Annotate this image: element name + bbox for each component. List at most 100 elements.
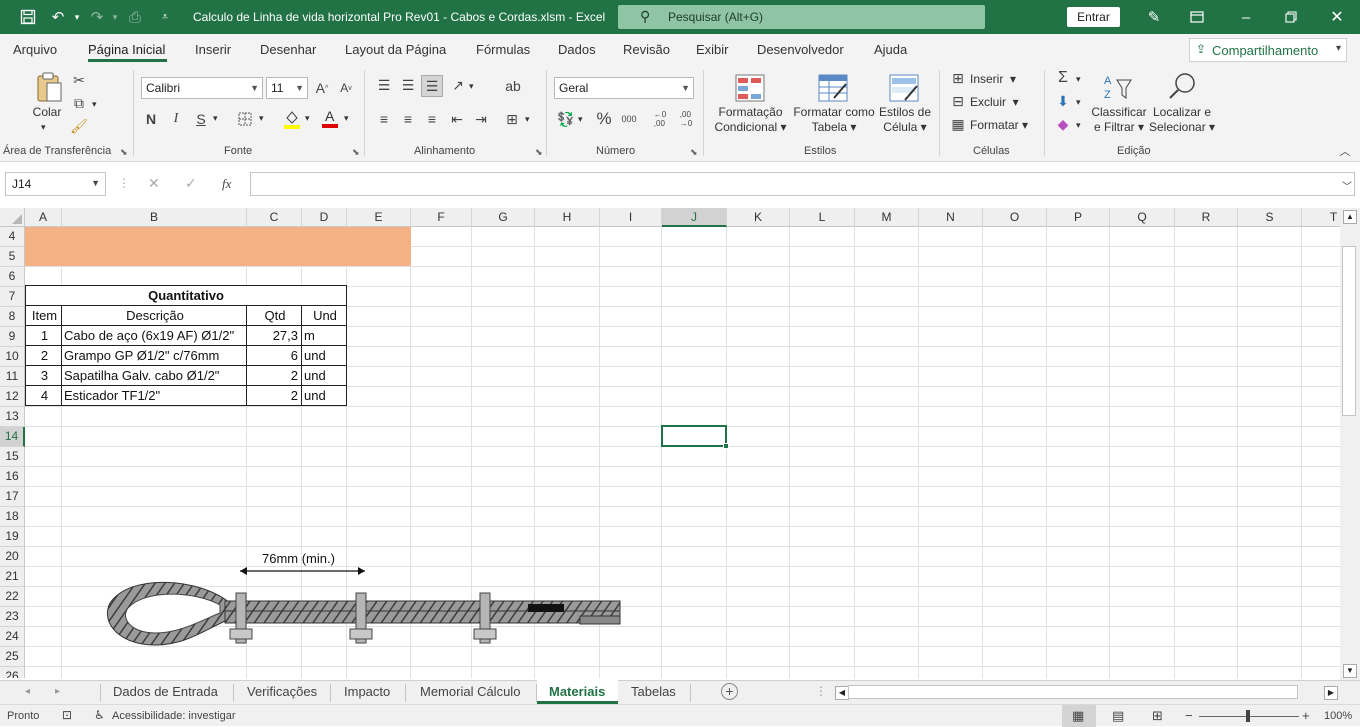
column-header-m[interactable]: M [855, 208, 919, 227]
paste-label[interactable]: Colar [32, 105, 62, 120]
ribbon-display-icon[interactable] [1186, 7, 1208, 27]
zoom-in-icon[interactable]: + [1302, 708, 1310, 723]
zoom-slider-thumb[interactable] [1246, 710, 1250, 722]
row-header-25[interactable]: 25 [0, 647, 25, 667]
font-color-icon[interactable]: A [321, 108, 339, 128]
thousands-icon[interactable]: 000 [619, 110, 639, 128]
fill-color-icon[interactable] [283, 109, 301, 129]
table-header-cell[interactable]: Descrição [62, 306, 247, 326]
search-box[interactable]: ⚲ Pesquisar (Alt+G) [618, 5, 985, 29]
name-box[interactable]: J14 ▼ [5, 172, 106, 196]
share-button[interactable]: ⇪ Compartilhamento ▾ [1189, 38, 1347, 62]
decrease-decimal-icon[interactable]: ,00 →0 [676, 109, 696, 129]
cut-icon[interactable]: ✂ [71, 72, 87, 88]
format-painter-icon[interactable]: 🖌 [70, 118, 88, 134]
tab-formulas[interactable]: Fórmulas [476, 42, 530, 57]
conditional-formatting-icon[interactable] [734, 72, 766, 104]
sheet-tab-tabelas[interactable]: Tabelas [631, 684, 676, 699]
font-name-select[interactable]: Calibri ▼ [141, 77, 263, 99]
table-cell[interactable]: Sapatilha Galv. cabo Ø1/2" [62, 366, 247, 386]
sheet-tab-materiais[interactable]: Materiais [549, 684, 605, 699]
align-left-icon[interactable]: ≡ [375, 110, 393, 128]
tab-exibir[interactable]: Exibir [696, 42, 729, 57]
merge-center-icon[interactable]: ⊞ [503, 110, 521, 128]
merge-dropdown-icon[interactable]: ▾ [525, 112, 530, 127]
row-header-16[interactable]: 16 [0, 467, 25, 487]
row-header-11[interactable]: 11 [0, 367, 25, 387]
paste-dropdown-icon[interactable]: ▾ [41, 120, 46, 135]
underline-dropdown-icon[interactable]: ▾ [213, 111, 218, 126]
table-cell[interactable]: 2 [247, 386, 302, 406]
number-format-select[interactable]: Geral ▼ [554, 77, 694, 99]
column-header-a[interactable]: A [25, 208, 62, 227]
confirm-entry-icon[interactable]: ✓ [185, 175, 197, 192]
scroll-down-icon[interactable]: ▼ [1343, 664, 1357, 678]
table-cell[interactable]: 2 [247, 366, 302, 386]
column-header-t[interactable]: T [1302, 208, 1340, 227]
scroll-right-icon[interactable]: ▶ [1324, 686, 1338, 700]
scroll-up-icon[interactable]: ▲ [1343, 210, 1357, 224]
selected-cell[interactable] [661, 425, 727, 447]
add-sheet-icon[interactable]: + [721, 683, 738, 700]
borders-icon[interactable] [236, 110, 254, 128]
sheet-tab-impacto[interactable]: Impacto [344, 684, 390, 699]
align-top-icon[interactable]: ☰ [375, 76, 393, 94]
row-header-18[interactable]: 18 [0, 507, 25, 527]
sort-filter-icon[interactable]: AZ [1102, 72, 1134, 102]
accessibility-icon[interactable]: ♿ [94, 708, 105, 722]
borders-dropdown-icon[interactable]: ▾ [259, 111, 264, 126]
row-header-9[interactable]: 9 [0, 327, 25, 347]
table-title[interactable]: Quantitativo [26, 286, 347, 306]
clipboard-launcher-icon[interactable]: ⬊ [120, 147, 128, 158]
row-header-13[interactable]: 13 [0, 407, 25, 427]
vertical-scroll-thumb[interactable] [1342, 246, 1356, 416]
find-select-button[interactable]: Localizar e Selecionar ▾ [1149, 105, 1215, 135]
horizontal-scrollbar[interactable] [848, 685, 1298, 699]
row-header-7[interactable]: 7 [0, 287, 25, 307]
row-header-8[interactable]: 8 [0, 307, 25, 327]
column-header-g[interactable]: G [472, 208, 535, 227]
clear-dropdown-icon[interactable]: ▾ [1076, 118, 1081, 133]
redo-dropdown-icon[interactable]: ▾ [104, 7, 126, 27]
customize-toolbar-icon[interactable]: ⩡ [154, 7, 176, 27]
tab-desenhar[interactable]: Desenhar [260, 42, 316, 57]
delete-cells-button[interactable]: Excluir ▾ [970, 95, 1019, 110]
row-header-4[interactable]: 4 [0, 227, 25, 247]
sheet-tab-verificacoes[interactable]: Verificações [247, 684, 317, 699]
table-cell[interactable]: und [302, 346, 347, 366]
formula-input[interactable] [250, 172, 1355, 196]
fill-handle[interactable] [723, 443, 729, 449]
copy-icon[interactable]: ⧉ [71, 95, 87, 111]
cancel-entry-icon[interactable]: ✕ [148, 175, 160, 192]
column-header-p[interactable]: P [1047, 208, 1110, 227]
increase-indent-icon[interactable]: ⇥ [472, 110, 490, 128]
table-cell[interactable]: 1 [26, 326, 62, 346]
column-header-n[interactable]: N [919, 208, 983, 227]
zoom-out-icon[interactable]: − [1185, 708, 1193, 723]
insert-cells-button[interactable]: Inserir ▾ [970, 72, 1016, 87]
tab-pagina-inicial[interactable]: Página Inicial [88, 42, 165, 57]
table-cell[interactable]: und [302, 386, 347, 406]
next-sheet-icon[interactable]: ▸ [55, 686, 60, 697]
autosum-icon[interactable]: Σ [1054, 69, 1072, 87]
table-cell[interactable]: m [302, 326, 347, 346]
row-header-12[interactable]: 12 [0, 387, 25, 407]
column-header-s[interactable]: S [1238, 208, 1302, 227]
column-header-r[interactable]: R [1175, 208, 1238, 227]
orientation-dropdown-icon[interactable]: ▾ [469, 79, 474, 94]
fill-color-dropdown-icon[interactable]: ▾ [305, 111, 310, 126]
font-launcher-icon[interactable]: ⬊ [352, 147, 360, 158]
row-header-19[interactable]: 19 [0, 527, 25, 547]
clear-icon[interactable]: ◆ [1054, 115, 1072, 133]
increase-decimal-icon[interactable]: ←0,00 [650, 109, 670, 129]
collapse-ribbon-icon[interactable]: ︿ [1338, 144, 1352, 158]
tab-arquivo[interactable]: Arquivo [13, 42, 57, 57]
align-bottom-icon[interactable]: ☰ [421, 75, 443, 97]
table-cell[interactable]: Grampo GP Ø1/2" c/76mm [62, 346, 247, 366]
table-header-cell[interactable]: Item [26, 306, 62, 326]
row-header-20[interactable]: 20 [0, 547, 25, 567]
table-cell[interactable]: Esticador TF1/2" [62, 386, 247, 406]
currency-icon[interactable]: 💱 [557, 110, 575, 128]
find-select-icon[interactable] [1166, 70, 1198, 102]
table-cell[interactable]: Cabo de aço (6x19 AF) Ø1/2" [62, 326, 247, 346]
